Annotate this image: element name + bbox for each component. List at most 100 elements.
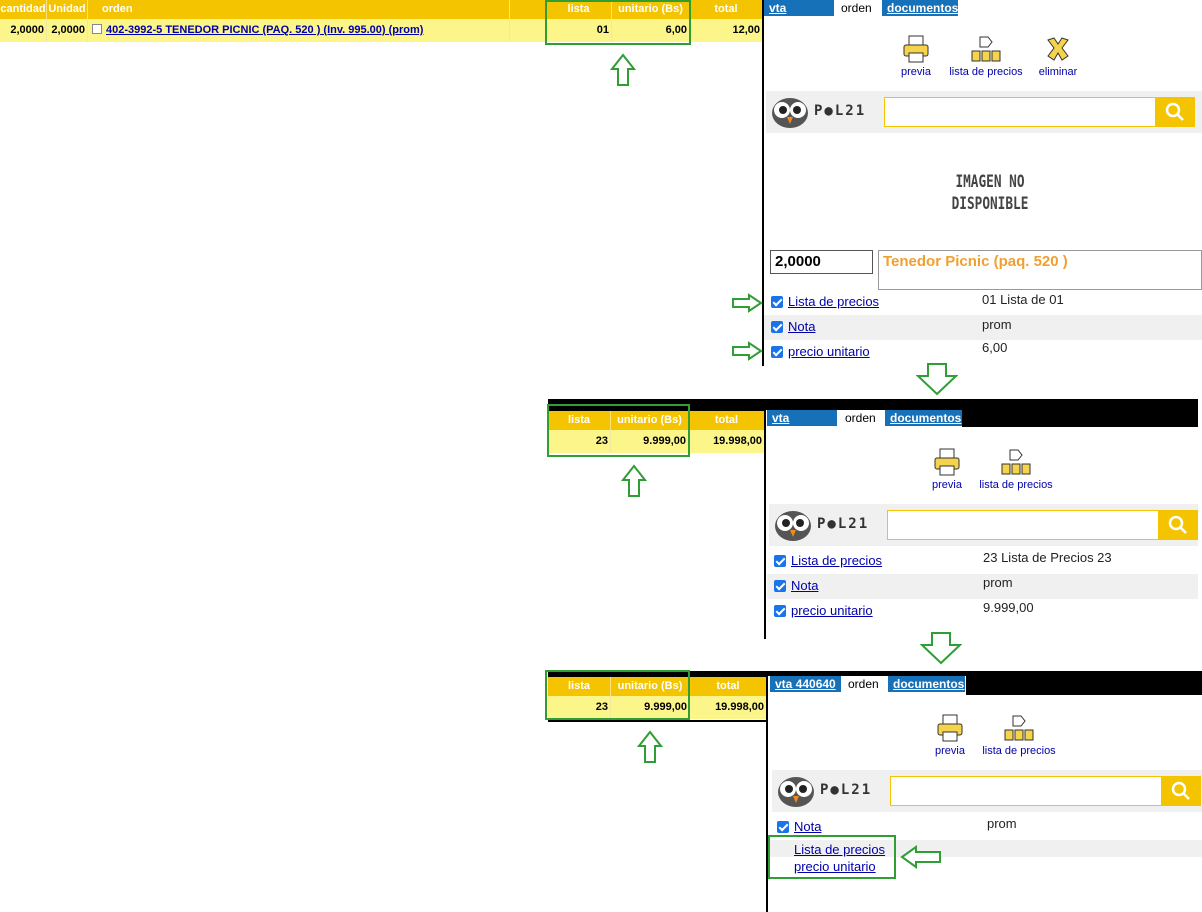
search-bar: P●L21 bbox=[772, 770, 1202, 812]
col-unidad[interactable]: Unidad bbox=[47, 0, 88, 19]
cell-total: 12,00 bbox=[732, 24, 760, 36]
step3-topband bbox=[548, 671, 766, 677]
tab-documents[interactable]: documentos bbox=[888, 676, 965, 692]
price-list-icon bbox=[971, 36, 1001, 62]
price-list-link[interactable]: Lista de precios bbox=[794, 841, 885, 858]
delete-button[interactable]: eliminar bbox=[1036, 34, 1080, 78]
search-input[interactable] bbox=[887, 510, 1159, 540]
unit-price-checkbox[interactable] bbox=[771, 346, 783, 358]
panel-divider bbox=[766, 671, 768, 912]
preview-button[interactable]: previa bbox=[896, 34, 936, 78]
cell-lista: 23 bbox=[548, 696, 611, 719]
price-list-value: 23 Lista de Precios 23 bbox=[983, 550, 1112, 565]
search-icon bbox=[1171, 781, 1190, 800]
tab-documents[interactable]: documentos bbox=[885, 410, 962, 426]
price-list-icon bbox=[1004, 715, 1034, 741]
unit-price-link[interactable]: precio unitario bbox=[788, 344, 870, 359]
search-button[interactable] bbox=[1161, 776, 1201, 806]
tab-documents[interactable]: documentos bbox=[882, 0, 958, 16]
prop-row-unit-price: precio unitario 9.999,00 bbox=[767, 599, 1198, 624]
logo-text: P●L21 bbox=[820, 782, 873, 798]
tab-order[interactable]: orden bbox=[840, 410, 884, 426]
col-lista[interactable]: lista bbox=[548, 411, 611, 430]
search-button[interactable] bbox=[1155, 97, 1195, 127]
note-checkbox[interactable] bbox=[774, 580, 786, 592]
preview-label: previa bbox=[901, 66, 931, 78]
unit-price-link[interactable]: precio unitario bbox=[794, 858, 885, 875]
note-value: prom bbox=[982, 317, 1012, 332]
cell-unitario: 6,00 bbox=[612, 19, 690, 42]
preview-label: previa bbox=[935, 745, 965, 757]
price-list-checkbox[interactable] bbox=[771, 296, 783, 308]
search-input[interactable] bbox=[884, 97, 1156, 127]
tab-order[interactable]: orden bbox=[836, 0, 880, 16]
cell-orden: 402-3992-5 TENEDOR PICNIC (PAQ. 520 ) (I… bbox=[88, 19, 510, 42]
price-list-button[interactable]: lista de precios bbox=[979, 713, 1059, 757]
preview-button[interactable]: previa bbox=[930, 713, 970, 757]
order-grid-header: cantidad Unidad orden lista unitario (Bs… bbox=[0, 0, 762, 19]
note-link[interactable]: Nota bbox=[794, 819, 821, 834]
tab-sale[interactable]: vta 440640 bbox=[767, 410, 837, 441]
note-link[interactable]: Nota bbox=[788, 319, 815, 334]
note-checkbox[interactable] bbox=[771, 321, 783, 333]
image-placeholder: IMAGEN NO DISPONIBLE bbox=[945, 171, 1035, 215]
price-list-label: lista de precios bbox=[982, 745, 1056, 757]
cell-unitario: 9.999,00 bbox=[611, 696, 690, 719]
prop-row-price-list: Lista de precios 01 Lista de 01 bbox=[764, 290, 1202, 315]
price-list-link[interactable]: Lista de precios bbox=[788, 294, 879, 309]
printer-icon bbox=[937, 714, 963, 742]
table-row[interactable]: 2,0000 2,0000 402-3992-5 TENEDOR PICNIC … bbox=[0, 19, 762, 42]
price-list-checkbox[interactable] bbox=[774, 555, 786, 567]
row-select-checkbox[interactable] bbox=[92, 24, 102, 34]
price-list-button[interactable]: lista de precios bbox=[976, 447, 1056, 491]
unit-price-checkbox[interactable] bbox=[774, 605, 786, 617]
cell-total: 19.998,00 bbox=[715, 701, 764, 713]
price-list-label: lista de precios bbox=[979, 479, 1053, 491]
unit-price-value: 6,00 bbox=[982, 340, 1008, 355]
tab-order[interactable]: orden bbox=[843, 676, 887, 692]
col-unitario[interactable]: unitario (Bs) bbox=[612, 0, 690, 19]
prop-row-note: Nota prom bbox=[770, 815, 1202, 840]
note-checkbox[interactable] bbox=[777, 821, 789, 833]
arrow-down-icon bbox=[920, 632, 962, 665]
tab-sale[interactable]: vta 440640 bbox=[764, 0, 834, 31]
search-bar: P●L21 bbox=[766, 91, 1202, 133]
printer-icon bbox=[934, 448, 960, 476]
printer-icon bbox=[903, 35, 929, 63]
owl-logo-icon bbox=[772, 98, 808, 128]
col-total[interactable]: total bbox=[690, 0, 762, 19]
price-list-icon bbox=[1001, 449, 1031, 475]
table-row[interactable]: 23 9.999,00 19.998,00 bbox=[548, 430, 764, 453]
price-list-link[interactable]: Lista de precios bbox=[791, 553, 882, 568]
owl-logo-icon bbox=[775, 511, 811, 541]
quantity-field[interactable]: 2,0000 bbox=[770, 250, 873, 274]
panel-divider bbox=[764, 401, 766, 639]
col-total[interactable]: total bbox=[689, 411, 764, 430]
step2-grid-header: lista unitario (Bs) total bbox=[548, 411, 764, 430]
col-unitario[interactable]: unitario (Bs) bbox=[611, 411, 689, 430]
note-link[interactable]: Nota bbox=[791, 578, 818, 593]
tab-sale[interactable]: vta 440640 bbox=[770, 676, 841, 692]
col-total[interactable]: total bbox=[690, 677, 766, 696]
col-lista[interactable]: lista bbox=[546, 0, 612, 19]
search-input[interactable] bbox=[890, 776, 1162, 806]
step3-grid-header: lista unitario (Bs) total bbox=[548, 677, 766, 696]
unit-price-value: 9.999,00 bbox=[983, 600, 1034, 615]
panel-tabs: vta 440640 orden documentos bbox=[764, 0, 1202, 31]
price-list-label: lista de precios bbox=[949, 66, 1023, 78]
col-cantidad[interactable]: cantidad bbox=[0, 0, 47, 19]
product-link[interactable]: 402-3992-5 TENEDOR PICNIC (PAQ. 520 ) (I… bbox=[106, 24, 423, 36]
search-button[interactable] bbox=[1158, 510, 1198, 540]
search-icon bbox=[1165, 102, 1184, 121]
unit-price-link[interactable]: precio unitario bbox=[791, 603, 873, 618]
preview-button[interactable]: previa bbox=[927, 447, 967, 491]
col-orden[interactable]: orden bbox=[88, 0, 510, 19]
col-unitario[interactable]: unitario (Bs) bbox=[611, 677, 690, 696]
arrow-down-icon bbox=[916, 363, 958, 396]
panel-tabs: vta 440640 orden documentos bbox=[770, 676, 1202, 693]
price-list-button[interactable]: lista de precios bbox=[946, 34, 1026, 78]
description-field[interactable]: Tenedor Picnic (paq. 520 ) bbox=[878, 250, 1202, 290]
col-lista[interactable]: lista bbox=[548, 677, 611, 696]
search-icon bbox=[1168, 515, 1187, 534]
table-row[interactable]: 23 9.999,00 19.998,00 bbox=[548, 696, 766, 719]
